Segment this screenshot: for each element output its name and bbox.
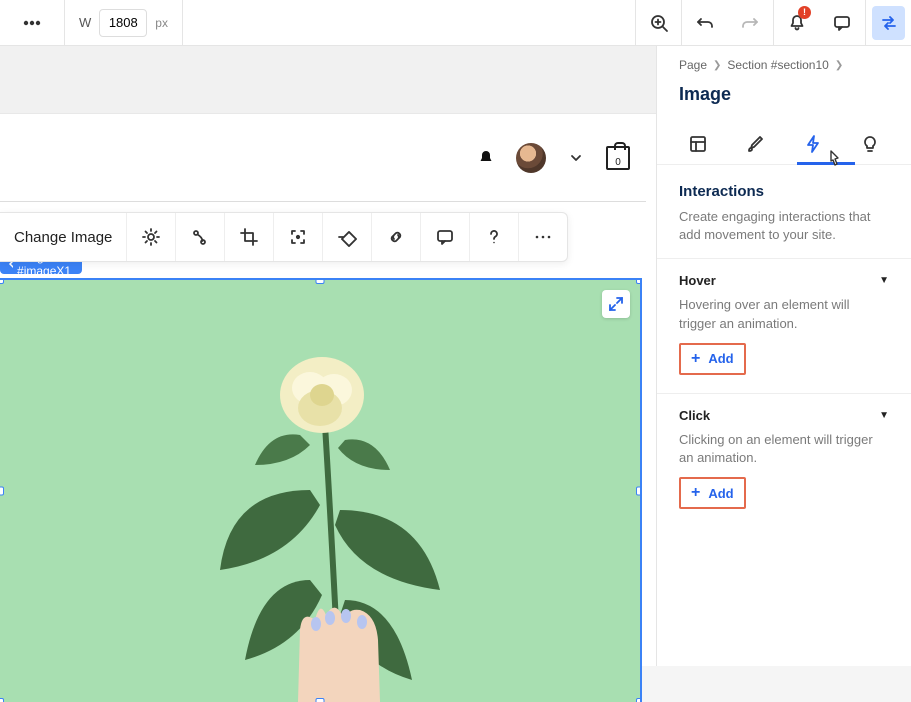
canvas-width-control: W px (65, 0, 183, 46)
resize-handle[interactable] (636, 280, 640, 284)
resize-handle[interactable] (0, 280, 4, 284)
lightning-icon (803, 134, 823, 154)
selected-image[interactable] (0, 280, 640, 702)
image-link-button[interactable] (372, 213, 421, 261)
resize-handle[interactable] (0, 487, 4, 496)
tab-layout[interactable] (680, 126, 716, 162)
brush-icon (745, 134, 765, 154)
plus-icon: + (691, 351, 700, 367)
ellipsis-icon (533, 227, 553, 247)
help-icon (484, 227, 504, 247)
resize-handle[interactable] (316, 698, 325, 702)
click-header[interactable]: Click ▼ (657, 394, 911, 431)
user-menu-caret[interactable] (566, 148, 586, 168)
section-heading: Interactions (679, 183, 889, 200)
breadcrumb-item[interactable]: Page (679, 58, 707, 72)
page-preview-header: 0 (0, 114, 646, 202)
comments-button[interactable] (819, 0, 865, 46)
redo-icon (740, 13, 760, 33)
site-notifications-icon[interactable] (476, 148, 496, 168)
canvas-area[interactable]: 0 Change Image (0, 46, 656, 666)
hover-header[interactable]: Hover ▼ (657, 259, 911, 296)
resize-handle[interactable] (636, 487, 640, 496)
width-unit: px (155, 16, 168, 30)
expand-button[interactable] (602, 290, 630, 318)
tab-active-indicator (797, 162, 855, 165)
cart-button[interactable]: 0 (606, 146, 630, 170)
hover-description: Hovering over an element will trigger an… (657, 296, 911, 342)
expand-icon (608, 296, 624, 312)
image-animate-button[interactable] (176, 213, 225, 261)
image-content (0, 280, 640, 702)
inspector-panel: Page ❯ Section #section10 ❯ Image Intera… (656, 46, 911, 666)
image-comment-button[interactable] (421, 213, 470, 261)
section-description: Create engaging interactions that add mo… (679, 208, 889, 244)
image-help-button[interactable] (470, 213, 519, 261)
click-add-button[interactable]: + Add (679, 477, 746, 509)
hover-add-label: Add (708, 351, 733, 366)
zoom-button[interactable] (635, 0, 681, 46)
panel-tabs (657, 123, 911, 165)
click-add-label: Add (708, 486, 733, 501)
hover-title: Hover (679, 273, 716, 288)
resize-handle[interactable] (316, 280, 325, 284)
canvas-header-strip (0, 46, 656, 114)
hover-add-button[interactable]: + Add (679, 343, 746, 375)
layout-icon (688, 134, 708, 154)
click-title: Click (679, 408, 710, 423)
resize-handle[interactable] (636, 698, 640, 702)
tab-tips[interactable] (852, 126, 888, 162)
tab-interactions[interactable] (795, 126, 831, 162)
link-icon (386, 227, 406, 247)
caret-down-icon: ▼ (879, 275, 889, 286)
zoom-in-icon (649, 13, 669, 33)
chat-icon (832, 13, 852, 33)
mask-icon (337, 227, 357, 247)
chevron-right-icon: ❯ (835, 60, 843, 71)
top-toolbar: W px ! (0, 0, 911, 46)
image-settings-button[interactable] (127, 213, 176, 261)
comment-icon (435, 227, 455, 247)
image-floating-toolbar: Change Image (0, 212, 568, 262)
resize-handle[interactable] (0, 698, 4, 702)
user-avatar[interactable] (516, 143, 546, 173)
width-label: W (79, 15, 91, 30)
tab-design[interactable] (737, 126, 773, 162)
swap-horizontal-icon (879, 13, 899, 33)
ellipsis-icon (22, 13, 42, 33)
panel-title: Image (657, 78, 911, 123)
plus-icon: + (691, 485, 700, 501)
undo-icon (695, 13, 715, 33)
image-crop-button[interactable] (225, 213, 274, 261)
redo-button[interactable] (727, 0, 773, 46)
focus-icon (288, 227, 308, 247)
gear-icon (141, 227, 161, 247)
width-input[interactable] (99, 9, 147, 37)
image-more-button[interactable] (519, 213, 567, 261)
change-image-button[interactable]: Change Image (0, 213, 127, 261)
notification-badge: ! (798, 6, 811, 19)
lightbulb-icon (860, 134, 880, 154)
crop-icon (239, 227, 259, 247)
toggle-panels-button[interactable] (865, 0, 911, 46)
click-section: Click ▼ Clicking on an element will trig… (657, 394, 911, 523)
click-description: Clicking on an element will trigger an a… (657, 431, 911, 477)
caret-down-icon: ▼ (879, 410, 889, 421)
hover-section: Hover ▼ Hovering over an element will tr… (657, 259, 911, 393)
undo-button[interactable] (681, 0, 727, 46)
image-mask-button[interactable] (323, 213, 372, 261)
cart-count: 0 (615, 157, 621, 168)
animate-icon (190, 227, 210, 247)
interactions-intro: Interactions Create engaging interaction… (657, 165, 911, 259)
chevron-right-icon: ❯ (713, 60, 721, 71)
breadcrumb-item[interactable]: Section #section10 (727, 58, 828, 72)
breadcrumb: Page ❯ Section #section10 ❯ (657, 46, 911, 78)
notifications-button[interactable]: ! (773, 0, 819, 46)
more-menu-button[interactable] (0, 0, 65, 46)
image-focal-button[interactable] (274, 213, 323, 261)
